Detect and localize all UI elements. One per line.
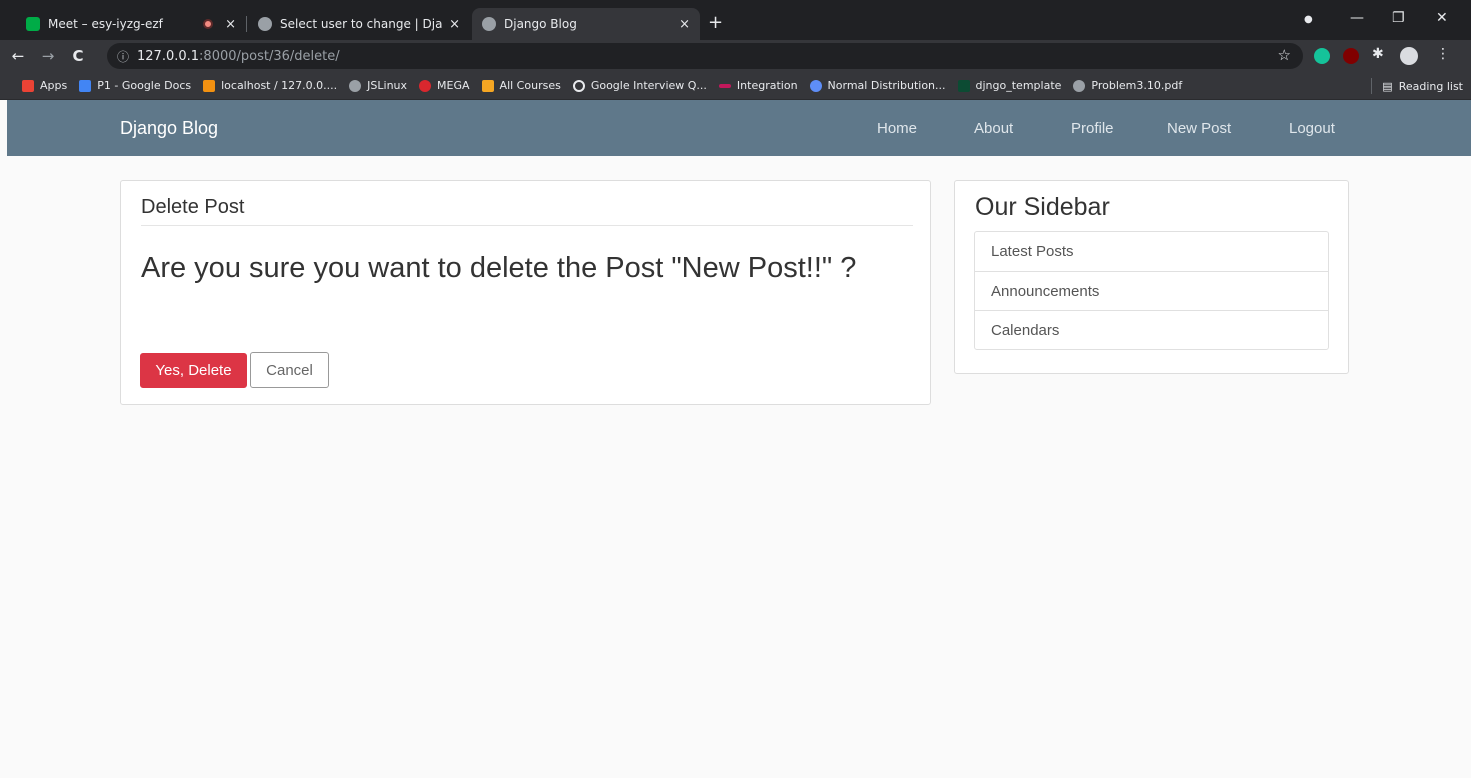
tab-title: Meet – esy-iyzg-ezf bbox=[48, 17, 163, 31]
globe-icon bbox=[349, 79, 362, 92]
bookmark-google-docs[interactable]: P1 - Google Docs bbox=[79, 79, 191, 92]
globe-icon bbox=[1073, 79, 1086, 92]
sidebar-card: Our Sidebar Latest Posts Announcements C… bbox=[954, 180, 1349, 374]
extensions-icon[interactable]: ✱ bbox=[1372, 46, 1388, 62]
bookmark-label: P1 - Google Docs bbox=[97, 79, 192, 92]
window-close-button[interactable]: ✕ bbox=[1436, 10, 1448, 26]
minimize-button[interactable]: — bbox=[1350, 10, 1364, 26]
courses-icon bbox=[481, 79, 494, 92]
mega-icon bbox=[419, 79, 432, 92]
reload-button[interactable]: C bbox=[66, 47, 90, 65]
ublock-icon[interactable] bbox=[1343, 48, 1359, 64]
bookmark-label: JSLinux bbox=[367, 79, 408, 92]
reading-list[interactable]: ▤ Reading list bbox=[1371, 78, 1463, 94]
bookmark-apps[interactable]: Apps bbox=[22, 79, 67, 92]
bookmark-mega[interactable]: MEGA bbox=[419, 79, 470, 92]
grammarly-icon[interactable] bbox=[1314, 48, 1330, 64]
bookmark-label: Normal Distribution... bbox=[827, 79, 946, 92]
nav-home[interactable]: Home bbox=[877, 120, 917, 137]
globe-icon bbox=[482, 17, 496, 31]
site-info-icon[interactable]: ⓘ bbox=[117, 48, 129, 65]
integration-icon bbox=[718, 83, 731, 88]
phpmyadmin-icon bbox=[203, 79, 216, 92]
bookmark-label: localhost / 127.0.0.... bbox=[221, 79, 338, 92]
sidebar-item-announcements[interactable]: Announcements bbox=[975, 271, 1328, 310]
site-navbar: Django Blog Home About Profile New Post … bbox=[7, 100, 1471, 156]
close-icon[interactable]: × bbox=[679, 17, 690, 32]
delete-post-heading: Delete Post bbox=[141, 196, 245, 218]
profile-avatar[interactable] bbox=[1400, 47, 1418, 65]
site-brand[interactable]: Django Blog bbox=[120, 118, 218, 139]
nav-new-post[interactable]: New Post bbox=[1167, 120, 1231, 137]
delete-confirmation-text: Are you sure you want to delete the Post… bbox=[141, 252, 857, 284]
recording-icon bbox=[203, 19, 214, 29]
bookmark-label: djngo_template bbox=[975, 79, 1062, 92]
docs-icon bbox=[79, 79, 92, 92]
sidebar-list: Latest Posts Announcements Calendars bbox=[974, 231, 1329, 350]
bookmark-label: Google Interview Q... bbox=[590, 79, 707, 92]
sidebar-item-calendars[interactable]: Calendars bbox=[975, 310, 1328, 349]
tab-meet[interactable]: Meet – esy-iyzg-ezf × bbox=[16, 8, 246, 40]
bookmark-label: MEGA bbox=[437, 79, 470, 92]
globe-icon bbox=[258, 17, 272, 31]
bookmark-jslinux[interactable]: JSLinux bbox=[349, 79, 407, 92]
menu-icon[interactable]: ⋮ bbox=[1436, 46, 1452, 62]
bookmark-normal-distribution[interactable]: Normal Distribution... bbox=[809, 79, 946, 92]
nav-about[interactable]: About bbox=[974, 120, 1013, 137]
browser-toolbar: ← → C ⓘ 127.0.0.1 :8000/post/36/delete/ … bbox=[0, 40, 1471, 72]
bookmark-label: Apps bbox=[40, 79, 68, 92]
bookmark-label: Integration bbox=[736, 79, 798, 92]
forward-button[interactable]: → bbox=[36, 47, 60, 65]
reading-list-icon: ▤ bbox=[1382, 79, 1393, 93]
bookmark-djngo-template[interactable]: djngo_template bbox=[957, 79, 1062, 92]
tab-django-blog[interactable]: Django Blog × bbox=[472, 8, 700, 40]
chart-icon bbox=[809, 79, 822, 92]
tab-search-icon[interactable]: ● bbox=[1304, 14, 1313, 25]
nav-logout[interactable]: Logout bbox=[1289, 120, 1335, 137]
bookmark-label: Problem3.10.pdf bbox=[1091, 79, 1183, 92]
bookmarks-divider bbox=[1371, 78, 1373, 94]
bookmark-integration[interactable]: Integration bbox=[718, 79, 798, 92]
bookmark-problem-pdf[interactable]: Problem3.10.pdf bbox=[1073, 79, 1182, 92]
url-host: 127.0.0.1 bbox=[137, 48, 200, 64]
close-icon[interactable]: × bbox=[449, 17, 460, 32]
tab-strip: Meet – esy-iyzg-ezf × Select user to cha… bbox=[0, 0, 1471, 40]
circle-icon bbox=[572, 79, 585, 92]
sidebar-title: Our Sidebar bbox=[975, 193, 1110, 221]
restore-button[interactable]: ❐ bbox=[1392, 10, 1405, 26]
bookmark-phpmyadmin[interactable]: localhost / 127.0.0.... bbox=[203, 79, 337, 92]
browser-chrome: Meet – esy-iyzg-ezf × Select user to cha… bbox=[0, 0, 1471, 100]
django-icon bbox=[957, 79, 970, 92]
bookmark-label: All Courses bbox=[499, 79, 561, 92]
confirm-delete-button[interactable]: Yes, Delete bbox=[140, 353, 247, 388]
bookmarks-bar: Apps P1 - Google Docs localhost / 127.0.… bbox=[0, 72, 1471, 100]
url-path: :8000/post/36/delete/ bbox=[199, 48, 340, 64]
heading-divider bbox=[141, 225, 913, 226]
reading-list-label: Reading list bbox=[1398, 79, 1463, 93]
nav-profile[interactable]: Profile bbox=[1071, 120, 1114, 137]
address-bar[interactable]: ⓘ 127.0.0.1 :8000/post/36/delete/ ☆ bbox=[107, 43, 1303, 69]
tab-django-admin[interactable]: Select user to change | Django si × bbox=[248, 8, 470, 40]
tab-divider bbox=[246, 16, 247, 32]
tab-title: Select user to change | Django si bbox=[280, 17, 443, 31]
apps-grid-icon bbox=[22, 79, 34, 92]
back-button[interactable]: ← bbox=[6, 47, 30, 65]
new-tab-button[interactable]: + bbox=[708, 12, 723, 33]
tab-title: Django Blog bbox=[504, 17, 577, 31]
bookmark-star-icon[interactable]: ☆ bbox=[1278, 46, 1291, 64]
sidebar-item-latest-posts[interactable]: Latest Posts bbox=[975, 232, 1328, 271]
delete-post-card: Delete Post Are you sure you want to del… bbox=[120, 180, 931, 405]
bookmark-google-interview[interactable]: Google Interview Q... bbox=[572, 79, 707, 92]
bookmark-all-courses[interactable]: All Courses bbox=[481, 79, 561, 92]
close-icon[interactable]: × bbox=[225, 17, 236, 32]
meet-icon bbox=[26, 17, 40, 31]
cancel-button[interactable]: Cancel bbox=[250, 352, 329, 388]
